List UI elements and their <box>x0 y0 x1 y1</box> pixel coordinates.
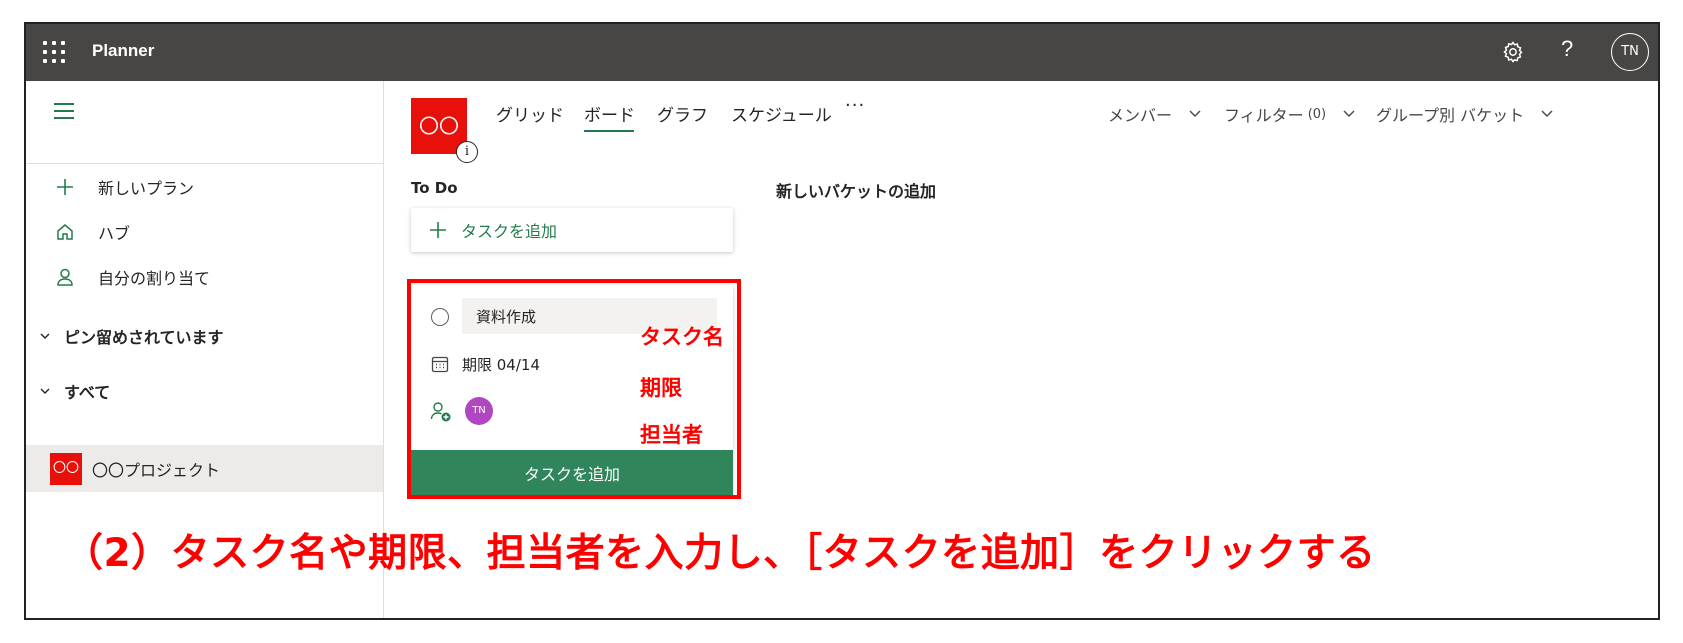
submit-add-task-button[interactable]: タスクを追加 <box>411 450 733 495</box>
calendar-icon[interactable] <box>431 355 449 373</box>
sidebar-item-label: 新しいプラン <box>98 179 195 198</box>
gear-icon[interactable] <box>1501 40 1525 64</box>
add-new-bucket[interactable]: 新しいバケットの追加 <box>776 178 936 202</box>
top-bar: Planner ? TN <box>26 24 1658 81</box>
assignee-avatar[interactable]: TN <box>465 397 493 425</box>
new-task-form: 期限 04/14 TN タスクを追加 <box>411 285 733 495</box>
sidebar-item-label: 〇〇プロジェクト <box>92 460 221 480</box>
bucket-title[interactable]: To Do <box>411 179 458 197</box>
due-date[interactable]: 期限 04/14 <box>462 354 540 375</box>
chevron-down-icon <box>1189 110 1201 117</box>
section-label: ピン留めされています <box>64 328 224 347</box>
annotation-due: 期限 <box>640 376 682 400</box>
members-label: メンバー <box>1108 106 1173 125</box>
chevron-down-icon <box>1541 110 1553 117</box>
hamburger-menu-icon[interactable] <box>54 103 74 119</box>
sidebar-divider <box>26 163 383 164</box>
instruction-caption: （2）タスク名や期限、担当者を入力し、［タスクを追加］をクリックする <box>64 531 1376 576</box>
add-task-label: タスクを追加 <box>461 222 558 241</box>
complete-radio[interactable] <box>431 308 449 326</box>
tab-schedule[interactable]: スケジュール <box>731 101 832 126</box>
chevron-down-icon <box>40 388 50 394</box>
chevron-down-icon <box>40 333 50 339</box>
help-icon[interactable]: ? <box>1561 36 1573 62</box>
sidebar-item-hub[interactable]: ハブ <box>54 218 130 246</box>
more-icon[interactable]: ··· <box>845 95 865 116</box>
group-by-label: グループ別 バケット <box>1376 106 1525 125</box>
waffle-icon[interactable] <box>43 41 65 63</box>
sidebar-item-label: 自分の割り当て <box>98 269 211 288</box>
filter-count: (0) <box>1307 106 1327 122</box>
assign-person-icon[interactable] <box>430 401 452 423</box>
active-tab-indicator <box>584 130 634 132</box>
add-task-button[interactable]: タスクを追加 <box>411 208 733 252</box>
info-icon[interactable]: i <box>456 141 478 163</box>
sidebar-item-my-assignments[interactable]: 自分の割り当て <box>54 263 210 291</box>
person-icon <box>54 266 76 288</box>
annotation-assignee: 担当者 <box>640 423 703 447</box>
group-by-dropdown[interactable]: グループ別 バケット <box>1376 102 1554 126</box>
section-label: すべて <box>64 383 111 402</box>
filter-dropdown[interactable]: フィルター (0) <box>1224 102 1356 126</box>
chevron-down-icon <box>1343 110 1355 117</box>
plus-icon <box>430 222 446 238</box>
section-all[interactable]: すべて <box>38 379 110 403</box>
annotation-task-name: タスク名 <box>640 325 724 349</box>
sidebar-item-label: ハブ <box>98 224 131 243</box>
screenshot-frame: Planner ? TN 新しいプラン ハブ 自分の割り当て ピン留めされていま… <box>24 22 1660 620</box>
home-icon <box>54 221 76 243</box>
plan-logo-small: 〇〇 <box>50 452 82 485</box>
sidebar-item-plan[interactable]: 〇〇 〇〇プロジェクト <box>26 445 383 492</box>
tab-board[interactable]: ボード <box>584 101 635 126</box>
sidebar-item-new-plan[interactable]: 新しいプラン <box>54 173 194 201</box>
user-avatar[interactable]: TN <box>1611 33 1649 71</box>
filter-label: フィルター <box>1224 106 1304 125</box>
tab-chart[interactable]: グラフ <box>657 101 708 126</box>
tab-grid[interactable]: グリッド <box>496 101 564 126</box>
section-pinned[interactable]: ピン留めされています <box>38 324 224 348</box>
members-dropdown[interactable]: メンバー <box>1108 102 1202 126</box>
app-title[interactable]: Planner <box>92 41 154 61</box>
plus-icon <box>54 176 76 198</box>
